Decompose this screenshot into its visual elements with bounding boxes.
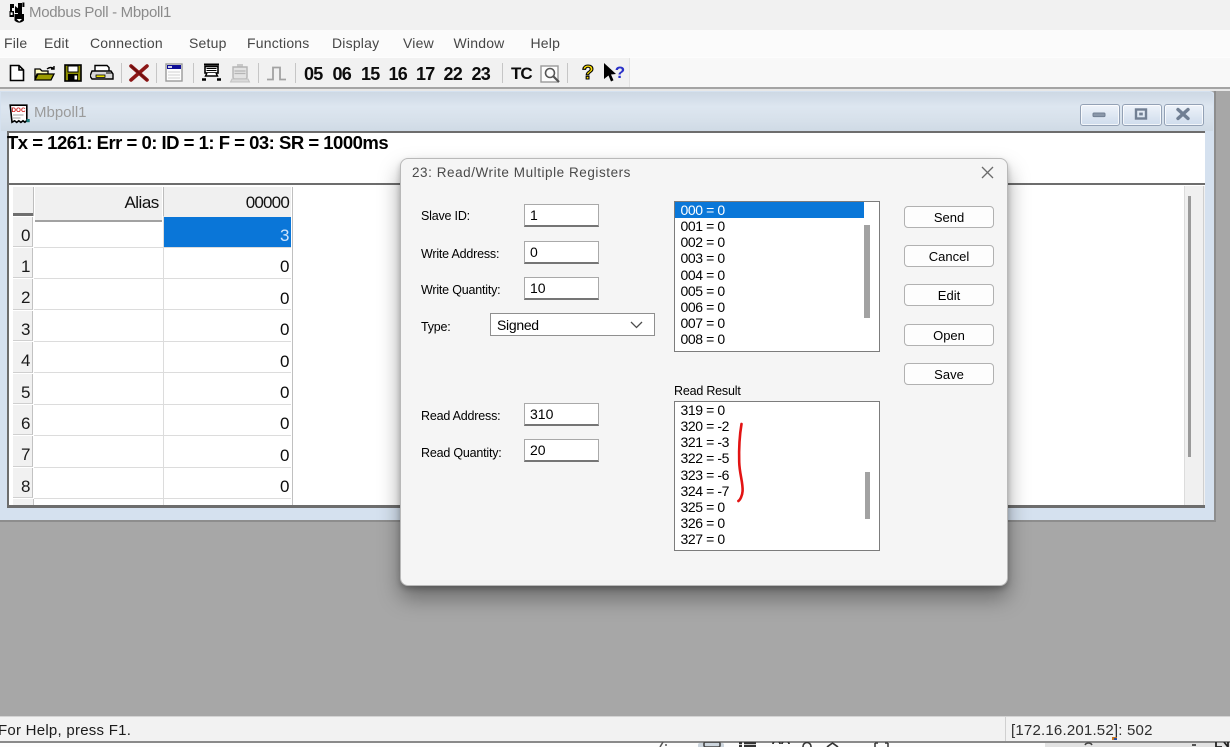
svg-text:?: ?	[582, 62, 594, 84]
svg-text:?: ?	[615, 63, 625, 82]
svg-text:DOC: DOC	[12, 107, 26, 114]
